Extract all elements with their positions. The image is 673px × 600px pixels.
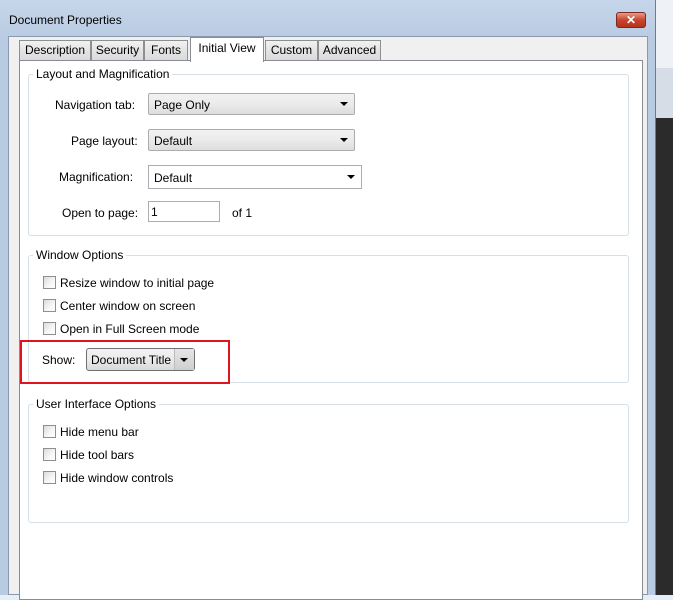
close-button[interactable]: ✕	[616, 12, 646, 28]
desktop-background	[656, 0, 673, 595]
tab-label: Fonts	[150, 43, 181, 57]
center-window-label: Center window on screen	[60, 299, 196, 313]
close-icon: ✕	[625, 13, 637, 27]
page-layout-dropdown[interactable]: Default	[148, 129, 355, 151]
resize-window-checkbox[interactable]	[43, 276, 56, 289]
dialog-title: Document Properties	[9, 13, 122, 27]
open-to-page-label: Open to page:	[62, 206, 139, 220]
magnification-label: Magnification:	[59, 170, 134, 184]
hide-menu-bar-label: Hide menu bar	[60, 425, 139, 439]
magnification-value: Default	[154, 171, 193, 185]
group-title-window-options: Window Options	[33, 248, 127, 262]
title-bar[interactable]: Document Properties ✕	[0, 0, 655, 36]
hide-window-controls-checkbox[interactable]	[43, 471, 56, 484]
tab-label: Initial View	[198, 41, 256, 55]
tab-security[interactable]: Security	[91, 40, 144, 61]
hide-tool-bars-checkbox[interactable]	[43, 448, 56, 461]
open-to-page-input[interactable]: 1	[148, 201, 220, 222]
tab-label: Description	[24, 43, 86, 57]
tab-description[interactable]: Description	[19, 40, 91, 61]
ui-options-group	[28, 404, 629, 523]
document-properties-dialog: Document Properties ✕ Description Securi…	[0, 0, 656, 600]
page-layout-value: Default	[154, 134, 193, 148]
group-title-layout: Layout and Magnification	[33, 67, 173, 81]
full-screen-label: Open in Full Screen mode	[60, 322, 200, 336]
navigation-tab-label: Navigation tab:	[55, 98, 136, 112]
highlight-box	[20, 340, 230, 384]
background-panel	[656, 0, 673, 68]
tab-custom[interactable]: Custom	[265, 40, 318, 61]
chevron-down-icon	[340, 138, 348, 142]
tab-advanced[interactable]: Advanced	[318, 40, 381, 61]
chevron-down-icon	[347, 175, 355, 179]
hide-tool-bars-label: Hide tool bars	[60, 448, 135, 462]
tab-label: Security	[95, 43, 140, 57]
tab-label: Custom	[270, 43, 313, 57]
tab-initial-view[interactable]: Initial View	[190, 37, 264, 62]
group-title-ui-options: User Interface Options	[33, 397, 160, 411]
full-screen-checkbox[interactable]	[43, 322, 56, 335]
background-panel	[656, 68, 673, 118]
page-count-text: of 1	[232, 206, 253, 220]
chevron-down-icon	[340, 102, 348, 106]
dialog-client-area: Description Security Fonts Initial View …	[8, 36, 648, 600]
magnification-combobox[interactable]: Default	[148, 165, 362, 189]
resize-window-label: Resize window to initial page	[60, 276, 215, 290]
center-window-checkbox[interactable]	[43, 299, 56, 312]
tab-fonts[interactable]: Fonts	[144, 40, 188, 61]
navigation-tab-value: Page Only	[154, 98, 211, 112]
initial-view-panel: Layout and Magnification Navigation tab:…	[19, 60, 643, 600]
hide-menu-bar-checkbox[interactable]	[43, 425, 56, 438]
page-layout-label: Page layout:	[71, 134, 138, 148]
hide-window-controls-label: Hide window controls	[60, 471, 174, 485]
tab-label: Advanced	[322, 43, 377, 57]
navigation-tab-dropdown[interactable]: Page Only	[148, 93, 355, 115]
